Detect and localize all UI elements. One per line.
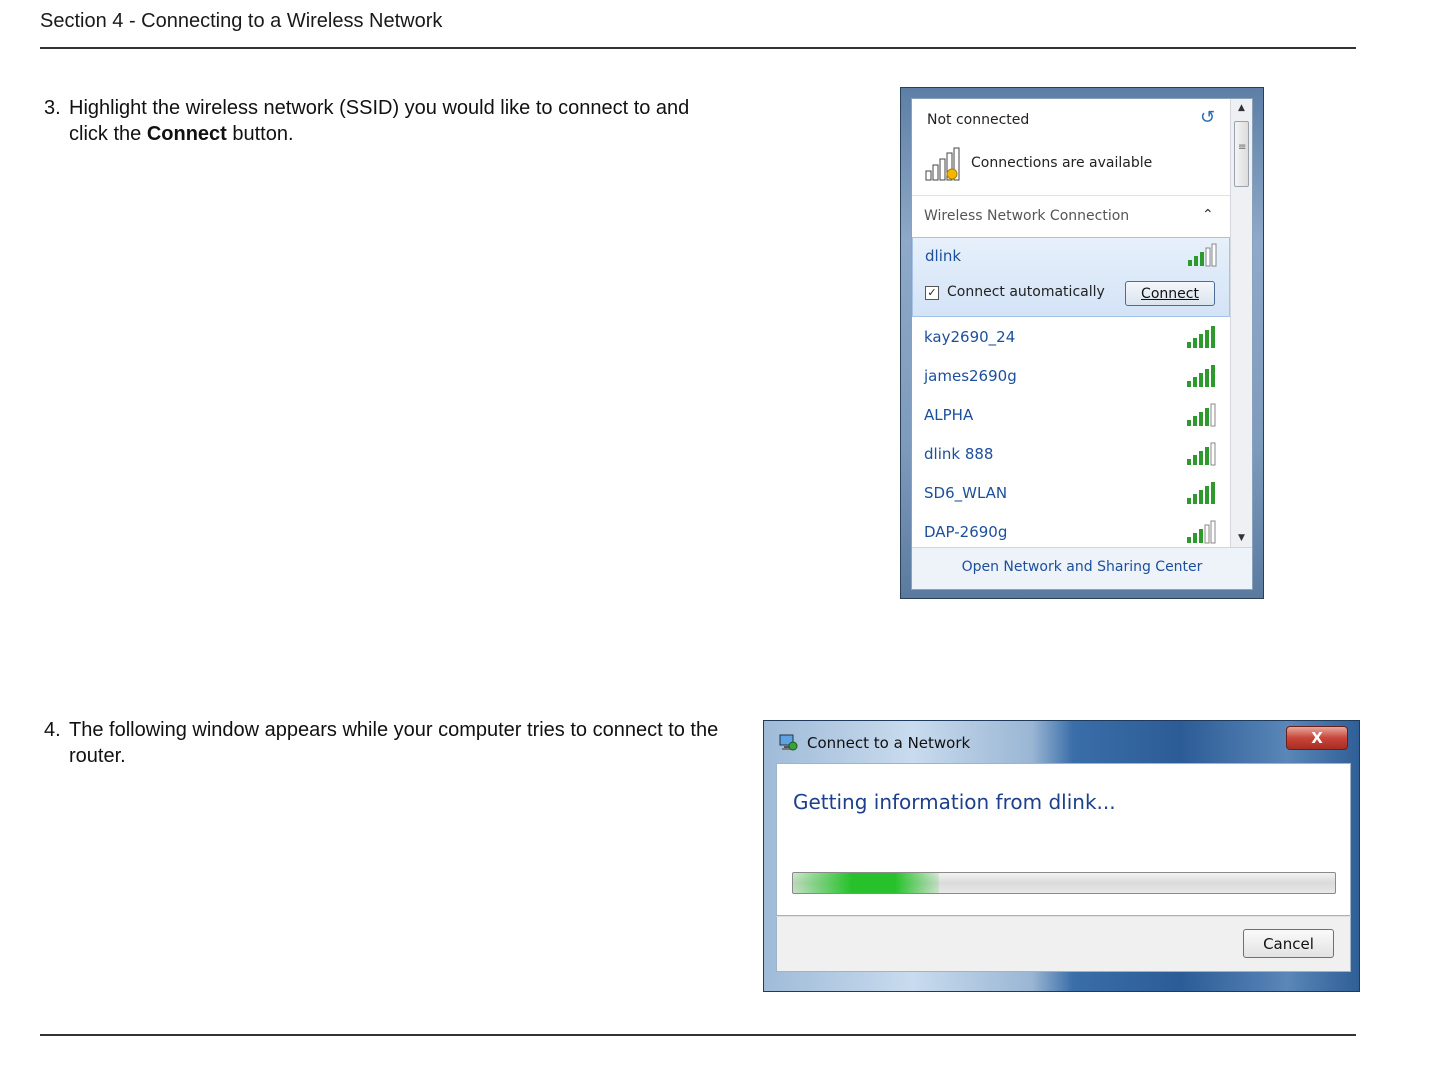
network-name: DAP-2690g (924, 523, 1008, 541)
chevron-up-icon[interactable]: ⌃ (1202, 207, 1214, 223)
panel-divider (912, 195, 1230, 196)
signal-bars-icon (1187, 403, 1216, 427)
dialog-title: Connect to a Network (807, 734, 971, 752)
scroll-down-arrow-icon[interactable]: ▼ (1231, 529, 1252, 547)
header-rule (40, 47, 1356, 49)
section-header: Section 4 - Connecting to a Wireless Net… (40, 10, 443, 32)
signal-bars-icon (1187, 365, 1215, 387)
network-name: dlink (925, 247, 962, 265)
dialog-message: Getting information from dlink... (793, 790, 1116, 814)
step-number: 4. (44, 719, 61, 741)
network-item-selected[interactable]: dlink ✓ Connect automatically Connect (912, 237, 1230, 317)
network-list-scrollbar[interactable]: ▲ ▼ (1230, 99, 1252, 547)
connect-dialog: Connect to a Network X Getting informati… (763, 720, 1360, 992)
network-item[interactable]: DAP-2690g (912, 514, 1230, 547)
step-3: 3. Highlight the wireless network (SSID)… (44, 95, 724, 147)
connections-available-text: Connections are available (971, 155, 1153, 171)
network-name: ALPHA (924, 406, 974, 424)
step-number: 3. (44, 97, 61, 119)
step-text-part: button. (226, 123, 294, 145)
wireless-panel-content: Not connected ↺ Connections are availabl… (911, 98, 1253, 590)
wireless-networks-panel: Not connected ↺ Connections are availabl… (900, 87, 1264, 599)
step-4: 4. The following window appears while yo… (44, 717, 724, 769)
network-name: james2690g (924, 367, 1017, 385)
connect-automatically-label: Connect automatically (947, 284, 1105, 300)
refresh-icon[interactable]: ↺ (1200, 107, 1215, 128)
signal-bars-icon (1187, 442, 1216, 466)
signal-bars-icon (1187, 482, 1215, 504)
signal-bars-icon (1187, 520, 1216, 544)
cancel-button[interactable]: Cancel (1243, 929, 1334, 958)
signal-bars-icon (1188, 243, 1217, 267)
network-item[interactable]: dlink 888 (912, 436, 1230, 474)
footer-rule (40, 1034, 1356, 1036)
network-item[interactable]: kay2690_24 (912, 319, 1230, 357)
dialog-body: Getting information from dlink... (776, 763, 1351, 916)
signal-bars-icon (1187, 326, 1215, 348)
network-item[interactable]: james2690g (912, 358, 1230, 396)
close-button[interactable]: X (1286, 726, 1348, 750)
step-text: The following window appears while your … (69, 719, 719, 767)
panel-footer: Open Network and Sharing Center (912, 547, 1252, 589)
group-header-label: Wireless Network Connection (924, 208, 1130, 224)
signal-warning-icon (925, 147, 960, 181)
progress-bar (792, 872, 1336, 894)
step-text-bold: Connect (146, 123, 227, 145)
scrollbar-thumb[interactable] (1234, 121, 1249, 187)
network-item[interactable]: ALPHA (912, 397, 1230, 435)
open-network-sharing-center-link[interactable]: Open Network and Sharing Center (912, 559, 1252, 575)
progress-bar-fill (793, 873, 940, 893)
scroll-up-arrow-icon[interactable]: ▲ (1231, 99, 1252, 117)
connect-automatically-checkbox[interactable]: ✓ (925, 286, 939, 300)
network-list-area: Not connected ↺ Connections are availabl… (912, 99, 1230, 547)
network-monitor-icon (779, 734, 798, 751)
connection-status: Not connected (927, 112, 1030, 128)
step-text: Highlight the wireless network (SSID) yo… (69, 95, 724, 147)
network-name: kay2690_24 (924, 328, 1016, 346)
connect-button[interactable]: Connect (1125, 281, 1215, 306)
dialog-footer: Cancel (776, 916, 1351, 972)
network-name: dlink 888 (924, 445, 994, 463)
network-name: SD6_WLAN (924, 484, 1008, 502)
network-item[interactable]: SD6_WLAN (912, 475, 1230, 513)
